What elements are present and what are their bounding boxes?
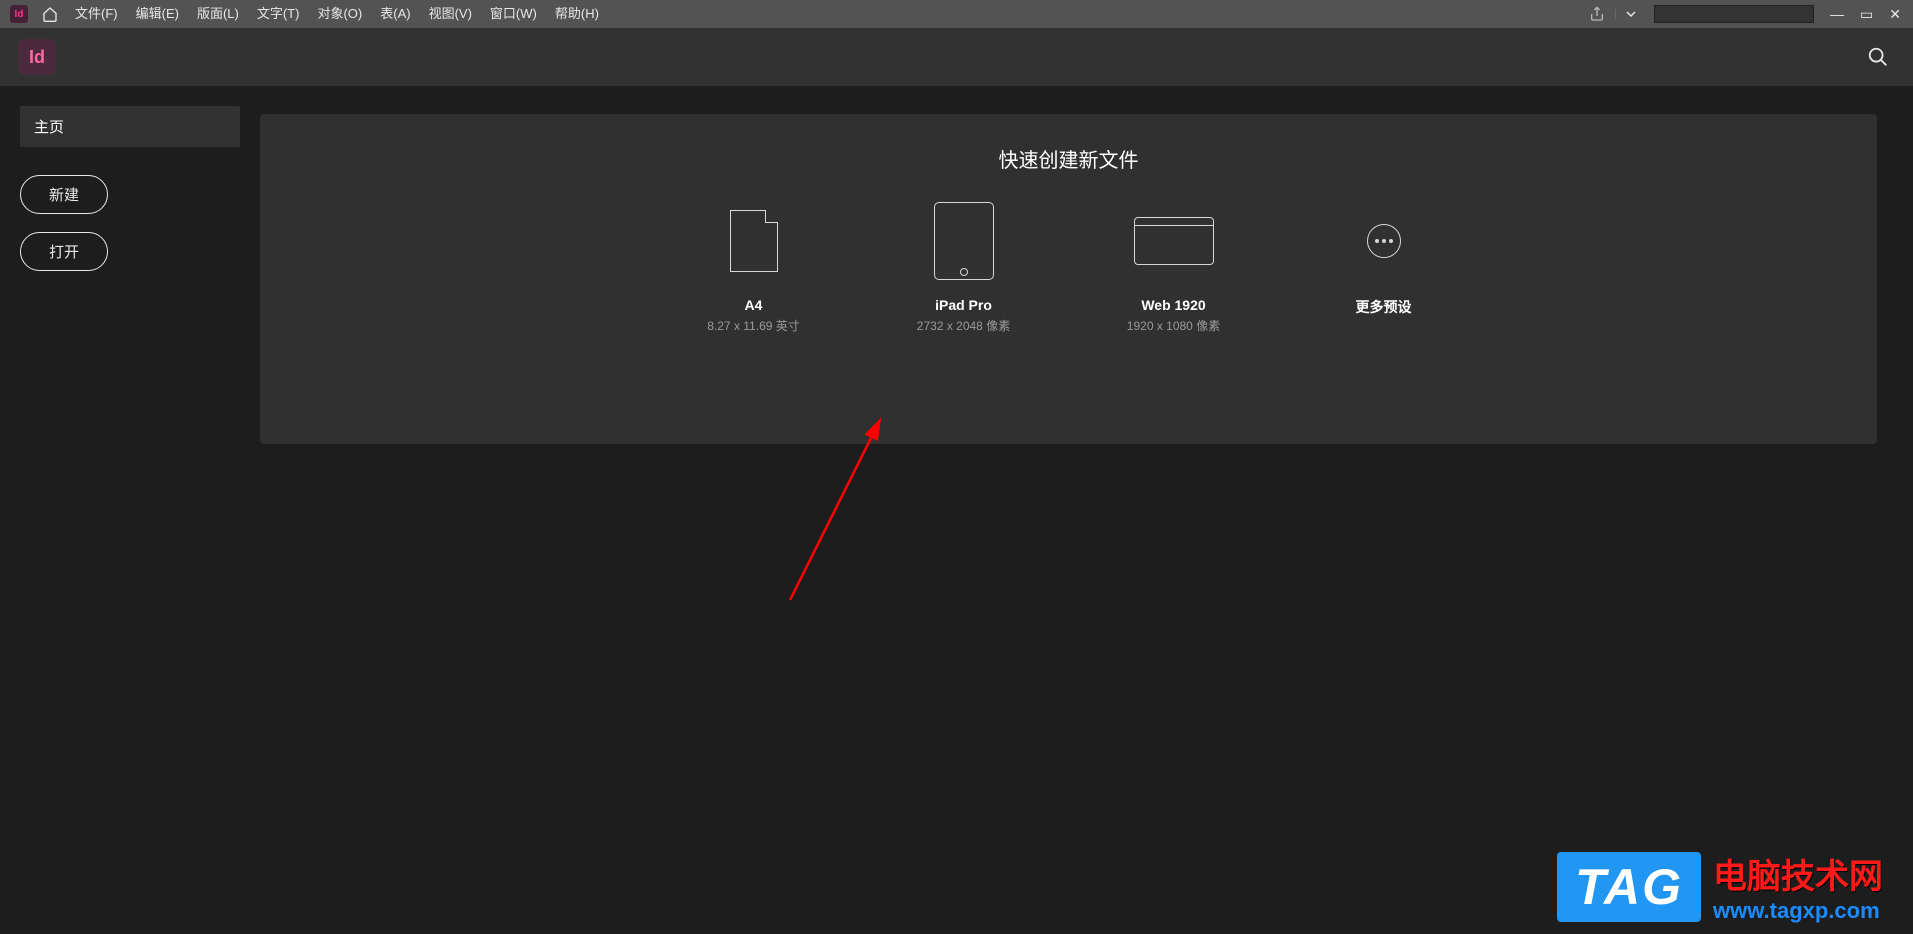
menu-window[interactable]: 窗口(W) — [481, 0, 546, 28]
secondary-bar: Id — [0, 28, 1913, 86]
watermark-cn: 电脑技术网 — [1713, 849, 1883, 898]
maximize-button[interactable]: ▭ — [1852, 6, 1881, 23]
search-icon[interactable] — [1861, 40, 1895, 74]
new-button[interactable]: 新建 — [20, 175, 108, 214]
preset-name: A4 — [684, 297, 824, 313]
preset-name: 更多预设 — [1314, 297, 1454, 317]
home-icon[interactable] — [34, 6, 66, 22]
app-icon: Id — [10, 5, 28, 23]
preset-dims: 1920 x 1080 像素 — [1104, 317, 1244, 334]
open-button[interactable]: 打开 — [20, 232, 108, 271]
menu-object[interactable]: 对象(O) — [308, 0, 371, 28]
menu-edit[interactable]: 编辑(E) — [127, 0, 188, 28]
menu-help[interactable]: 帮助(H) — [546, 0, 608, 28]
preset-name: Web 1920 — [1104, 297, 1244, 313]
close-button[interactable]: ✕ — [1881, 6, 1909, 23]
preset-row: A4 8.27 x 11.69 英寸 iPad Pro 2732 x 2048 … — [280, 201, 1857, 334]
browser-icon — [1134, 217, 1214, 265]
workspace-dropdown[interactable] — [1615, 9, 1646, 19]
menu-table[interactable]: 表(A) — [371, 0, 419, 28]
watermark: TAG 电脑技术网 www.tagxp.com — [1557, 849, 1883, 924]
preset-name: iPad Pro — [894, 297, 1034, 313]
preset-dims: 2732 x 2048 像素 — [894, 317, 1034, 334]
quick-create-panel: 快速创建新文件 A4 8.27 x 11.69 英寸 iPad Pro 2732… — [260, 114, 1877, 444]
tab-home[interactable]: 主页 — [20, 106, 240, 147]
more-icon — [1367, 224, 1401, 258]
menu-bar: Id 文件(F) 编辑(E) 版面(L) 文字(T) 对象(O) 表(A) 视图… — [0, 0, 1913, 28]
menu-file[interactable]: 文件(F) — [66, 0, 127, 28]
menu-view[interactable]: 视图(V) — [420, 0, 481, 28]
preset-dims: 8.27 x 11.69 英寸 — [684, 317, 824, 334]
main-area: 主页 新建 打开 快速创建新文件 A4 8.27 x 11.69 英寸 iPad… — [0, 86, 1913, 934]
preset-more[interactable]: 更多预设 — [1314, 201, 1454, 334]
preset-web-1920[interactable]: Web 1920 1920 x 1080 像素 — [1104, 201, 1244, 334]
tablet-icon — [934, 202, 994, 280]
menu-type[interactable]: 文字(T) — [248, 0, 309, 28]
minimize-button[interactable]: — — [1822, 6, 1852, 22]
sidebar: 主页 新建 打开 — [0, 86, 260, 934]
id-badge: Id — [18, 39, 56, 75]
share-icon[interactable] — [1579, 6, 1615, 22]
preset-a4[interactable]: A4 8.27 x 11.69 英寸 — [684, 201, 824, 334]
content-area: 快速创建新文件 A4 8.27 x 11.69 英寸 iPad Pro 2732… — [260, 86, 1913, 934]
page-icon — [730, 210, 778, 272]
watermark-url: www.tagxp.com — [1713, 898, 1883, 924]
top-search-input[interactable] — [1654, 5, 1814, 23]
preset-ipad-pro[interactable]: iPad Pro 2732 x 2048 像素 — [894, 201, 1034, 334]
watermark-tag: TAG — [1557, 852, 1701, 922]
panel-title: 快速创建新文件 — [280, 144, 1857, 173]
menu-layout[interactable]: 版面(L) — [188, 0, 248, 28]
